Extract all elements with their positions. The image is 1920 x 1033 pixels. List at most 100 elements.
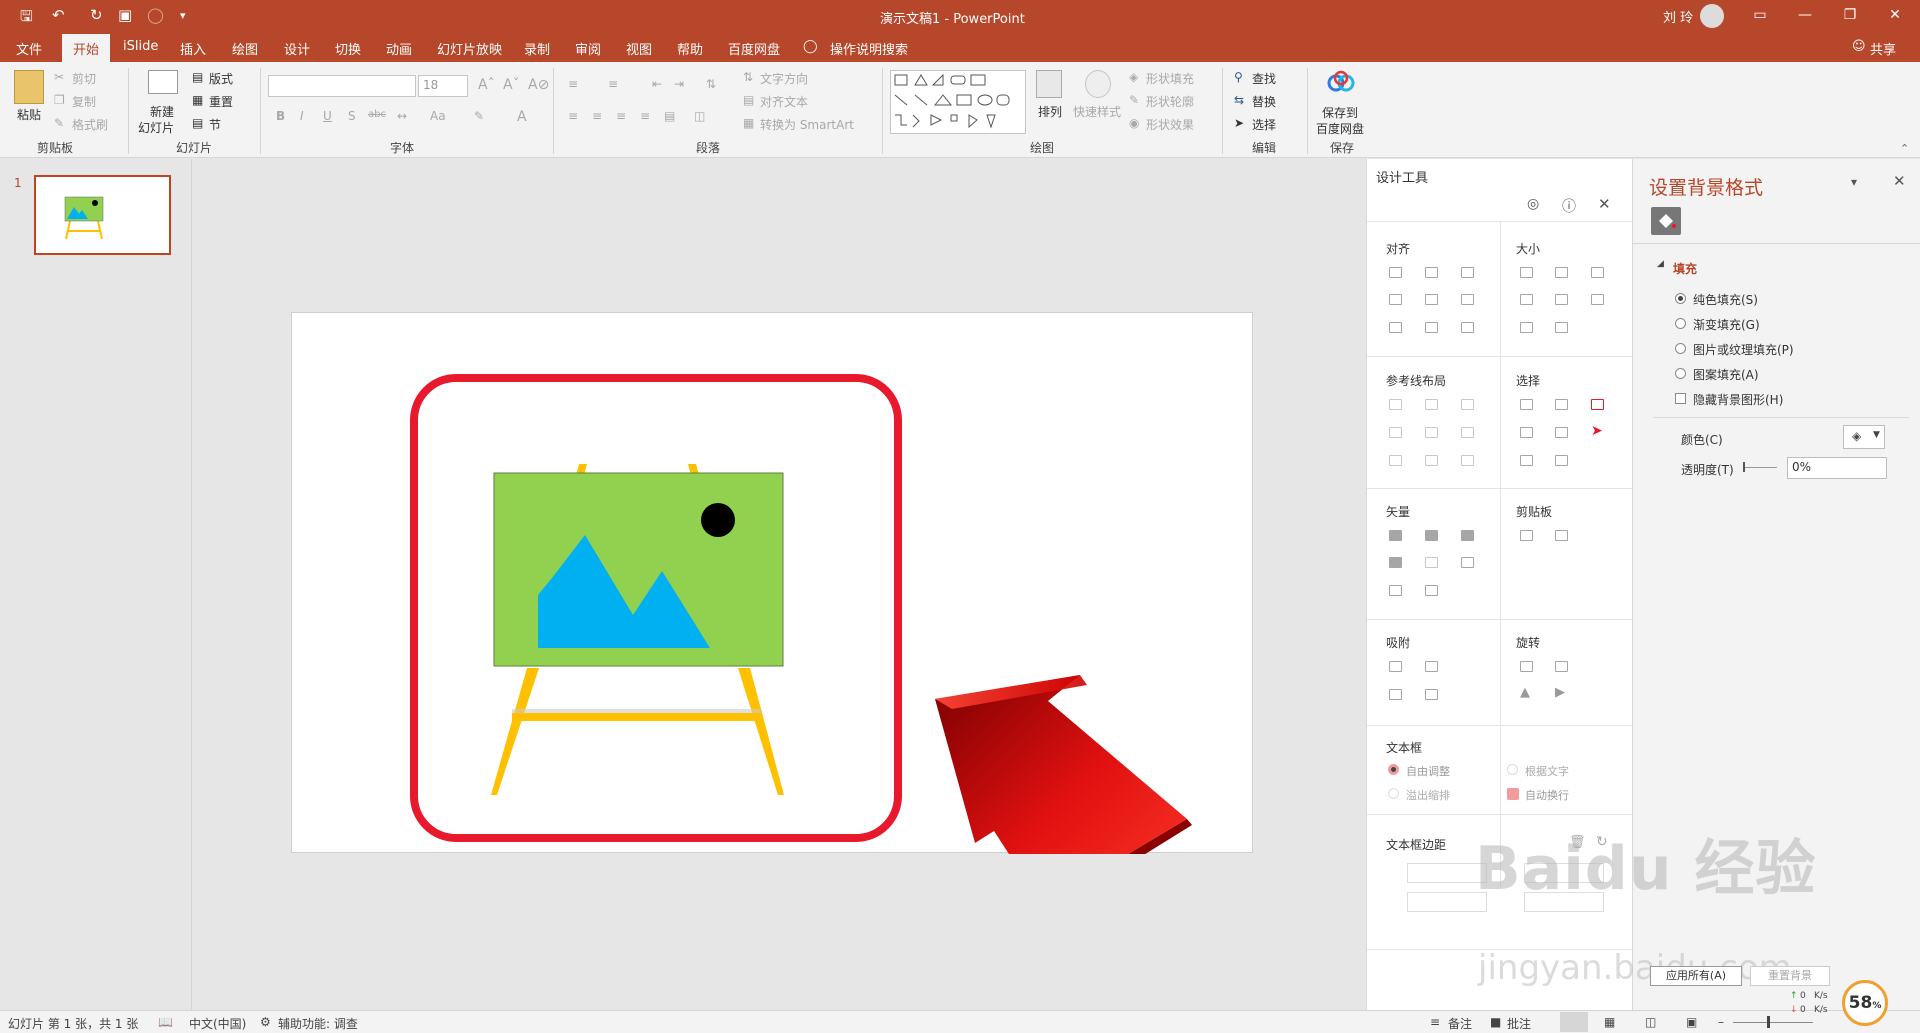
cut-button[interactable]: 剪切 [72,70,96,87]
replace-button[interactable]: 替换 [1252,93,1276,110]
slideshow-icon[interactable]: ▣ [1686,1015,1697,1029]
gradient-fill-label[interactable]: 渐变填充(G) [1693,316,1760,333]
select-similar-icon[interactable] [1555,399,1568,410]
edit-points-icon[interactable] [1461,557,1474,568]
distribute-vertical-icon[interactable] [1425,322,1438,333]
text-to-shape-icon[interactable] [1389,585,1402,596]
fit-text-radio[interactable] [1507,764,1518,775]
tab-view[interactable]: 视图 [626,39,652,58]
accessibility-status[interactable]: 辅助功能: 调查 [278,1015,358,1032]
stretch-both-icon[interactable] [1591,294,1604,305]
avatar[interactable] [1700,4,1724,28]
font-name-input[interactable] [268,75,416,97]
solid-fill-radio[interactable] [1675,293,1686,304]
user-name[interactable]: 刘 玲 [1663,7,1693,26]
distribute-icon[interactable]: ▤ [664,109,675,123]
stretch-right-icon[interactable] [1555,294,1568,305]
copy-button[interactable]: 复制 [72,93,96,110]
select-cursor-icon[interactable]: ➤ [1591,423,1603,439]
flip-vertical-icon[interactable]: ▲ [1520,685,1530,700]
subtract-icon[interactable] [1425,557,1438,568]
save-icon[interactable]: 🖫 [20,6,33,31]
numbering-icon[interactable]: ≡ [608,77,618,91]
paste-button[interactable]: 粘贴 [17,106,41,123]
performance-percent-badge[interactable]: 58% [1842,980,1888,1026]
restore-button[interactable]: ❐ [1830,4,1870,28]
transparency-slider-thumb[interactable] [1743,462,1745,472]
align-text-button[interactable]: 对齐文本 [760,93,808,110]
present-icon[interactable]: ▣ [118,6,132,24]
align-middle-icon[interactable] [1425,294,1438,305]
same-height-icon[interactable] [1555,267,1568,278]
section-button[interactable]: 节 [209,116,221,133]
arrange-button[interactable]: 排列 [1038,103,1062,120]
fill-tab-icon[interactable] [1651,207,1681,235]
align-right-icon[interactable]: ≡ [616,109,626,123]
italic-icon[interactable]: I [300,109,304,123]
normal-view-icon[interactable] [1560,1012,1588,1032]
font-color-icon[interactable]: A [517,109,527,125]
select-button[interactable]: 选择 [1252,116,1276,133]
shape-outline-button[interactable]: 形状轮廓 [1146,93,1194,110]
close-icon[interactable]: ✕ [1598,195,1611,213]
guide-fit-icon[interactable] [1461,455,1474,466]
strikethrough-icon[interactable]: abc [368,109,386,120]
zoom-out-icon[interactable]: – [1718,1015,1724,1029]
select-top-icon[interactable] [1520,427,1533,438]
ribbon-display-options-button[interactable]: ▭ [1740,4,1780,28]
minimize-button[interactable]: — [1785,4,1825,28]
touch-mode-icon[interactable]: ◯ [147,6,164,24]
slide-thumbnail[interactable] [34,175,171,255]
quick-styles-icon[interactable] [1085,70,1111,98]
apply-all-button[interactable]: 应用所有(A) [1650,966,1742,986]
transparency-input[interactable]: 0% [1787,457,1887,479]
language-indicator[interactable]: 中文(中国) [189,1015,246,1032]
copy-position-icon[interactable] [1520,530,1533,541]
guide-center-icon[interactable] [1425,399,1438,410]
reset-button[interactable]: 重置 [209,93,233,110]
align-left-icon[interactable] [1389,267,1402,278]
hide-bg-checkbox[interactable] [1675,393,1686,404]
fill-collapse-icon[interactable]: ◢ [1657,259,1664,269]
increase-indent-icon[interactable]: ⇥ [674,77,684,91]
shapes-gallery[interactable] [890,70,1026,134]
tab-transitions[interactable]: 切换 [335,39,361,58]
solid-fill-label[interactable]: 纯色填充(S) [1693,291,1758,308]
guide-middle-icon[interactable] [1425,427,1438,438]
tab-slideshow[interactable]: 幻灯片放映 [437,39,502,58]
snap-top-icon[interactable] [1389,689,1402,700]
snap-right-icon[interactable] [1425,661,1438,672]
color-picker-button[interactable]: ◈ ▼ [1843,425,1885,449]
stretch-bottom-icon[interactable] [1555,322,1568,333]
tab-review[interactable]: 审阅 [575,39,601,58]
save-to-netdisk-label-1[interactable]: 保存到 [1322,104,1358,121]
save-to-netdisk-label-2[interactable]: 百度网盘 [1316,120,1364,137]
bold-icon[interactable]: B [276,109,285,123]
tab-draw[interactable]: 绘图 [232,39,258,58]
comments-button[interactable]: 批注 [1507,1015,1531,1032]
zoom-slider[interactable] [1733,1022,1813,1023]
change-case-icon[interactable]: Aa [430,109,446,123]
baidu-netdisk-icon[interactable] [1326,68,1356,98]
same-width-icon[interactable] [1520,267,1533,278]
new-slide-label-2[interactable]: 幻灯片 [138,119,174,136]
gradient-fill-radio[interactable] [1675,318,1686,329]
stretch-top-icon[interactable] [1520,322,1533,333]
tab-file[interactable]: 文件 [16,39,42,58]
collapse-ribbon-icon[interactable]: ⌃ [1900,142,1909,155]
tab-insert[interactable]: 插入 [180,39,206,58]
picture-fill-label[interactable]: 图片或纹理填充(P) [1693,341,1794,358]
rotate-left-icon[interactable] [1520,661,1533,672]
tab-help[interactable]: 帮助 [677,39,703,58]
distribute-horizontal-icon[interactable] [1389,322,1402,333]
shrink-font-icon[interactable]: Aˇ [503,77,520,93]
fragment-icon[interactable] [1461,530,1474,541]
select-same-icon[interactable] [1520,399,1533,410]
redo-icon[interactable]: ↻ [90,6,103,24]
highlight-icon[interactable]: ✎ [474,109,484,123]
tell-me-search[interactable]: 操作说明搜索 [830,39,908,58]
auto-wrap-checkbox[interactable] [1507,788,1519,800]
same-size-icon[interactable] [1591,267,1604,278]
shape-convert-icon[interactable] [1425,585,1438,596]
select-pane-icon[interactable] [1591,399,1604,410]
